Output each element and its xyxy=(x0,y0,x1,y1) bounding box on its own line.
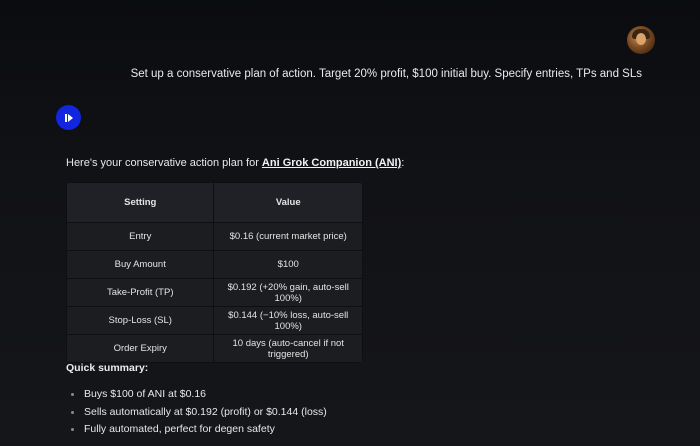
cell-value: 10 days (auto-cancel if not triggered) xyxy=(213,334,363,363)
plan-table: Setting Value Entry $0.16 (current marke… xyxy=(66,182,363,363)
column-header-value: Value xyxy=(213,182,363,223)
grok-logo-icon xyxy=(56,105,81,130)
intro-prefix: Here's your conservative action plan for xyxy=(66,157,262,169)
table-row: Stop-Loss (SL) $0.144 (−10% loss, auto-s… xyxy=(66,306,363,335)
intro-suffix: : xyxy=(401,157,405,169)
cell-setting: Buy Amount xyxy=(66,250,215,279)
table-row: Order Expiry 10 days (auto-cancel if not… xyxy=(66,334,363,363)
cell-setting: Entry xyxy=(66,222,215,251)
grok-glyph-icon xyxy=(64,113,73,122)
column-header-setting: Setting xyxy=(66,182,215,223)
table-header-row: Setting Value xyxy=(66,182,363,223)
assistant-intro: Here's your conservative action plan for… xyxy=(66,157,404,169)
cell-setting: Take-Profit (TP) xyxy=(66,278,215,307)
user-avatar[interactable] xyxy=(627,26,655,54)
cell-value: $100 xyxy=(213,250,363,279)
list-item: Fully automated, perfect for degen safet… xyxy=(66,423,327,441)
table-row: Buy Amount $100 xyxy=(66,250,363,279)
list-item: Buys $100 of ANI at $0.16 xyxy=(66,388,327,406)
table-row: Entry $0.16 (current market price) xyxy=(66,222,363,251)
token-link[interactable]: Ani Grok Companion (ANI) xyxy=(262,157,401,169)
avatar-face xyxy=(636,33,646,45)
cell-setting: Stop-Loss (SL) xyxy=(66,306,215,335)
user-message: Set up a conservative plan of action. Ta… xyxy=(130,68,642,80)
summary-title: Quick summary: xyxy=(66,362,149,374)
summary-list: Buys $100 of ANI at $0.16 Sells automati… xyxy=(66,388,327,441)
list-item: Sells automatically at $0.192 (profit) o… xyxy=(66,406,327,424)
cell-value: $0.192 (+20% gain, auto-sell 100%) xyxy=(213,278,363,307)
cell-setting: Order Expiry xyxy=(66,334,215,363)
cell-value: $0.16 (current market price) xyxy=(213,222,363,251)
cell-value: $0.144 (−10% loss, auto-sell 100%) xyxy=(213,306,363,335)
table-row: Take-Profit (TP) $0.192 (+20% gain, auto… xyxy=(66,278,363,307)
